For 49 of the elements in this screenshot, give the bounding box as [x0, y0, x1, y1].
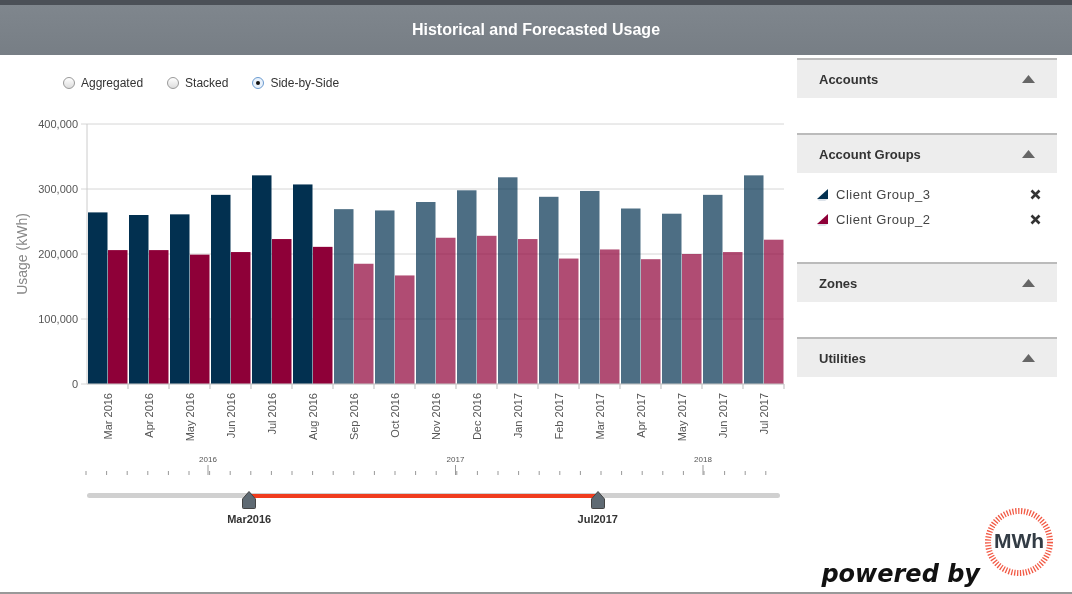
x-tick-label: May 2017: [675, 393, 688, 442]
logo-ring-icon: [984, 507, 1054, 577]
x-tick-label: Sep 2016: [347, 393, 360, 441]
y-tick-label: 0: [71, 378, 78, 390]
view-mode-radio[interactable]: Stacked: [167, 75, 229, 90]
x-tick-label: Nov 2016: [429, 393, 442, 441]
y-axis-title: Usage (kWh): [14, 213, 30, 295]
y-tick-label: 100,000: [38, 313, 78, 325]
powered-by-text: powered by: [821, 560, 980, 588]
handle-label: Jul2017: [577, 513, 618, 525]
x-tick-label: Feb 2017: [552, 393, 565, 440]
handle-label: Mar2016: [227, 513, 272, 525]
x-tick-label: Apr 2017: [634, 393, 647, 438]
close-icon[interactable]: [1030, 189, 1041, 200]
year-label: 2017: [446, 455, 465, 464]
panel-header[interactable]: Account Groups: [797, 133, 1057, 173]
x-tick-label: Aug 2016: [306, 393, 319, 441]
x-tick-label: Apr 2016: [142, 393, 155, 438]
x-tick-label: May 2016: [183, 393, 196, 442]
x-tick-label: Oct 2016: [388, 393, 401, 438]
x-tick-label: Dec 2016: [470, 393, 483, 441]
slider-handle[interactable]: [590, 491, 605, 509]
x-tick-label: Jul 2016: [265, 393, 278, 435]
year-label: 2016: [199, 455, 217, 464]
page-title: Historical and Forecasted Usage: [411, 21, 661, 39]
y-tick-label: 400,000: [38, 118, 78, 130]
close-icon[interactable]: [1030, 214, 1041, 225]
view-mode-radio[interactable]: Side-by-Side: [252, 75, 340, 90]
y-tick-label: 200,000: [38, 248, 78, 260]
panel-header[interactable]: Utilities: [797, 337, 1057, 377]
x-tick-label: Jun 2017: [716, 393, 729, 439]
x-tick-label: Mar 2017: [593, 393, 606, 440]
x-tick-label: Jul 2017: [757, 393, 770, 435]
caret-icon: [1022, 75, 1035, 83]
panel-header[interactable]: Accounts: [797, 58, 1057, 98]
y-tick-label: 300,000: [38, 183, 78, 195]
caret-icon: [1022, 150, 1035, 158]
panel-header[interactable]: Zones: [797, 262, 1057, 302]
slider-handle[interactable]: [242, 491, 257, 509]
year-label: 2018: [694, 455, 712, 464]
logo-text: MWh: [993, 529, 1045, 553]
group-label: Client Group_2: [836, 212, 931, 227]
group-label: Client Group_3: [836, 187, 931, 202]
x-tick-label: Jun 2016: [224, 393, 237, 439]
view-mode-radio[interactable]: Aggregated: [63, 75, 144, 90]
x-tick-label: Mar 2016: [101, 393, 114, 440]
caret-icon: [1022, 279, 1035, 287]
caret-icon: [1022, 354, 1035, 362]
x-tick-label: Jan 2017: [511, 393, 524, 439]
